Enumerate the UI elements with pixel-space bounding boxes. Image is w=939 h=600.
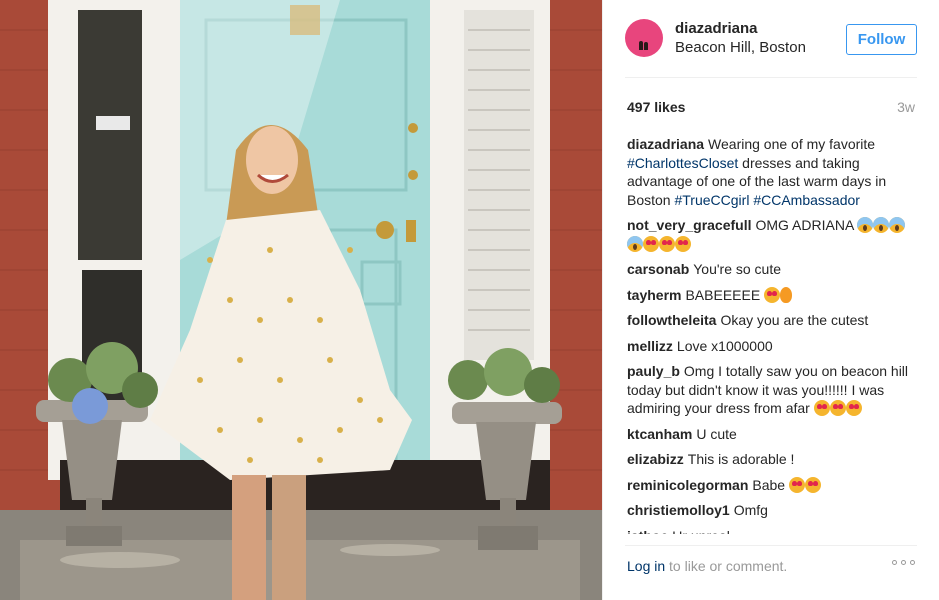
post-username[interactable]: diazadriana [675, 20, 758, 37]
post-header: diazadriana Beacon Hill, Boston Follow [625, 17, 917, 65]
post-photo[interactable] [0, 0, 602, 600]
comment-list[interactable]: diazadriana Wearing one of my favorite #C… [627, 135, 917, 534]
divider [625, 545, 917, 546]
comment-text: U cute [696, 425, 737, 442]
heart-eyes-emoji-icon [659, 235, 675, 252]
comment-item: reminicolegorman Babe [627, 476, 917, 495]
like-count[interactable]: 497 likes [627, 99, 685, 115]
heart-eyes-emoji-icon [764, 286, 781, 303]
avatar[interactable] [625, 19, 663, 57]
scream-emoji-icon [857, 217, 874, 233]
comment-item: carsonab You're so cute [627, 260, 917, 279]
avatar-figure-icon [639, 41, 643, 50]
comment-item: tayherm BABEEEEE [627, 286, 917, 305]
comment-item: ktcanham U cute [627, 425, 917, 444]
comment-item: mellizz Love x1000000 [627, 337, 917, 356]
caption-text: Wearing one of my favorite [708, 136, 876, 152]
caption: diazadriana Wearing one of my favorite #C… [627, 135, 917, 209]
comment-text: You're so cute [693, 261, 782, 277]
comment-text: Ur unreal [672, 528, 730, 535]
comment-text: Babe [752, 476, 786, 493]
more-options-icon[interactable] [892, 560, 915, 565]
post-location[interactable]: Beacon Hill, Boston [675, 39, 806, 56]
post-details-panel: diazadriana Beacon Hill, Boston Follow 4… [602, 0, 939, 600]
heart-eyes-emoji-icon [788, 476, 805, 493]
comment-username[interactable]: pauly_b [627, 363, 680, 379]
comment-username[interactable]: not_very_gracefull [627, 217, 752, 233]
heart-eyes-emoji-icon [829, 400, 846, 416]
comment-items: not_very_gracefull OMG ADRIANA carsonab Yo… [627, 216, 917, 534]
login-prompt: Log in to like or comment. [627, 558, 787, 574]
heart-eyes-emoji-icon [813, 400, 830, 416]
scream-emoji-icon [889, 217, 906, 233]
comment-username[interactable]: followtheleita [627, 312, 716, 328]
comment-item: christiemolloy1 Omfg [627, 501, 917, 520]
heart-eyes-emoji-icon [804, 476, 821, 493]
hashtag-link[interactable]: #TrueCCgirl [674, 192, 749, 208]
comment-item: pauly_b Omg I totally saw you on beacon h… [627, 362, 917, 418]
heart-eyes-emoji-icon [675, 235, 691, 252]
comment-item: elizabizz This is adorable ! [627, 450, 917, 469]
heart-eyes-emoji-icon [643, 235, 659, 252]
comment-username[interactable]: iathoe [627, 528, 668, 535]
post-timestamp[interactable]: 3w [897, 99, 915, 115]
heart-eyes-emoji-icon [845, 400, 862, 416]
comment-text: OMG ADRIANA [755, 217, 854, 233]
caption-username[interactable]: diazadriana [627, 136, 704, 152]
login-prompt-text: to like or comment. [669, 558, 788, 574]
login-link[interactable]: Log in [627, 558, 665, 574]
fire-emoji-icon [780, 286, 793, 303]
hashtag-link[interactable]: #CCAmbassador [753, 192, 860, 208]
comment-username[interactable]: tayherm [627, 287, 681, 303]
comment-text: Okay you are the cutest [720, 312, 869, 328]
hashtag-link[interactable]: #CharlottesCloset [627, 155, 738, 171]
follow-button[interactable]: Follow [846, 24, 917, 55]
comment-username[interactable]: carsonab [627, 261, 689, 277]
comment-text: BABEEEEE [685, 286, 761, 303]
comment-item: iathoe Ur unreal [627, 527, 917, 535]
comment-text: Love x1000000 [676, 337, 773, 354]
scream-emoji-icon [873, 217, 890, 233]
scream-emoji-icon [627, 235, 643, 252]
post-image [0, 0, 602, 600]
comment-username[interactable]: mellizz [627, 338, 673, 354]
comment-item: followtheleita Okay you are the cutest [627, 311, 917, 330]
comment-username[interactable]: christiemolloy1 [627, 502, 730, 518]
comment-text: Omfg [733, 502, 768, 518]
comment-username[interactable]: ktcanham [627, 426, 692, 442]
comment-text: This is adorable ! [687, 451, 795, 467]
comment-username[interactable]: reminicolegorman [627, 477, 748, 493]
comment-username[interactable]: elizabizz [627, 451, 684, 467]
divider [625, 77, 917, 78]
comment-item: not_very_gracefull OMG ADRIANA [627, 216, 917, 253]
avatar-figure-icon [644, 42, 648, 50]
